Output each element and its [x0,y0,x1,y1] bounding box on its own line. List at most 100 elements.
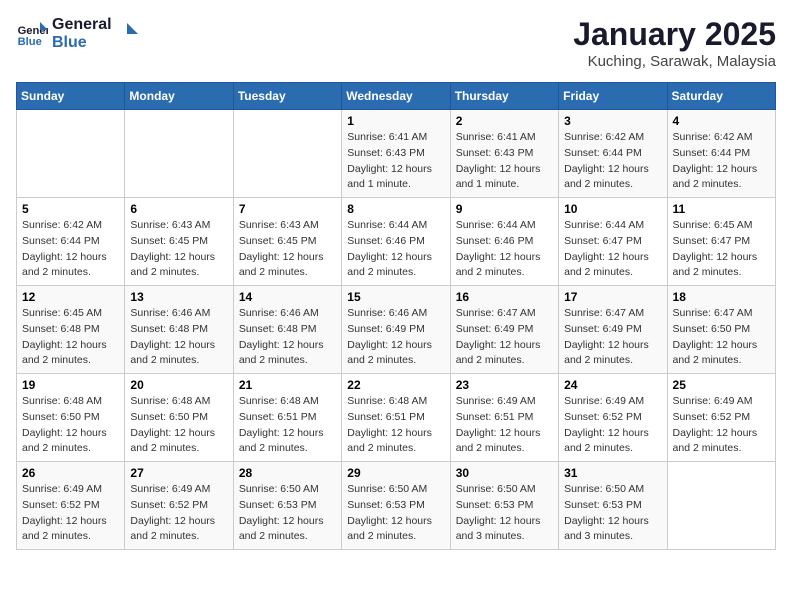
day-number: 19 [22,378,119,392]
day-info: Sunrise: 6:43 AM Sunset: 6:45 PM Dayligh… [239,218,336,281]
calendar-cell: 24Sunrise: 6:49 AM Sunset: 6:52 PM Dayli… [559,374,667,462]
calendar-cell: 18 Sunrise: 6:47 AM Sunset: 6:50 PM Dayli… [667,286,775,374]
svg-text:Blue: Blue [18,36,42,48]
calendar-cell: 23 Sunrise: 6:49 AM Sunset: 6:51 PM Dayli… [450,374,558,462]
calendar-cell: 30 Sunrise: 6:50 AM Sunset: 6:53 PM Dayli… [450,462,558,550]
calendar-cell: 6 Sunrise: 6:43 AM Sunset: 6:45 PM Daylig… [125,198,233,286]
calendar-cell: 27 Sunrise: 6:49 AM Sunset: 6:52 PM Dayli… [125,462,233,550]
weekday-header-saturday: Saturday [667,83,775,110]
day-number: 16 [456,290,553,304]
day-number: 29 [347,466,444,480]
day-number: 26 [22,466,119,480]
calendar-table: SundayMondayTuesdayWednesdayThursdayFrid… [16,82,776,550]
day-info: Sunrise: 6:49 AM Sunset: 6:52 PM Dayligh… [130,482,227,545]
calendar-cell: 7Sunrise: 6:43 AM Sunset: 6:45 PM Daylig… [233,198,341,286]
day-info: Sunrise: 6:49 AM Sunset: 6:51 PM Dayligh… [456,394,553,457]
day-info: Sunrise: 6:47 AM Sunset: 6:49 PM Dayligh… [456,306,553,369]
title-block: January 2025 Kuching, Sarawak, Malaysia [573,16,776,70]
calendar-cell: 10 Sunrise: 6:44 AM Sunset: 6:47 PM Dayli… [559,198,667,286]
calendar-cell: 22 Sunrise: 6:48 AM Sunset: 6:51 PM Dayli… [342,374,450,462]
weekday-header-sunday: Sunday [17,83,125,110]
day-number: 31 [564,466,661,480]
day-info: Sunrise: 6:42 AM Sunset: 6:44 PM Dayligh… [564,130,661,193]
day-info: Sunrise: 6:42 AM Sunset: 6:44 PM Dayligh… [22,218,119,281]
logo-flag-icon [116,23,138,45]
calendar-cell: 25 Sunrise: 6:49 AM Sunset: 6:52 PM Dayli… [667,374,775,462]
day-info: Sunrise: 6:42 AM Sunset: 6:44 PM Dayligh… [673,130,770,193]
calendar-cell: 28 Sunrise: 6:50 AM Sunset: 6:53 PM Dayli… [233,462,341,550]
calendar-cell: 19Sunrise: 6:48 AM Sunset: 6:50 PM Dayli… [17,374,125,462]
day-info: Sunrise: 6:48 AM Sunset: 6:50 PM Dayligh… [130,394,227,457]
day-number: 20 [130,378,227,392]
day-info: Sunrise: 6:45 AM Sunset: 6:47 PM Dayligh… [673,218,770,281]
day-number: 24 [564,378,661,392]
page-header: General Blue General Blue January 2025 K… [16,16,776,70]
calendar-cell: 1Sunrise: 6:41 AM Sunset: 6:43 PM Daylig… [342,110,450,198]
day-number: 30 [456,466,553,480]
calendar-cell [667,462,775,550]
calendar-cell [233,110,341,198]
weekday-header-thursday: Thursday [450,83,558,110]
calendar-cell: 31Sunrise: 6:50 AM Sunset: 6:53 PM Dayli… [559,462,667,550]
week-row-2: 12 Sunrise: 6:45 AM Sunset: 6:48 PM Dayli… [17,286,776,374]
calendar-cell: 14Sunrise: 6:46 AM Sunset: 6:48 PM Dayli… [233,286,341,374]
day-number: 2 [456,114,553,128]
logo: General Blue General Blue [16,16,138,51]
day-info: Sunrise: 6:45 AM Sunset: 6:48 PM Dayligh… [22,306,119,369]
day-number: 14 [239,290,336,304]
day-info: Sunrise: 6:50 AM Sunset: 6:53 PM Dayligh… [239,482,336,545]
day-info: Sunrise: 6:47 AM Sunset: 6:49 PM Dayligh… [564,306,661,369]
day-number: 21 [239,378,336,392]
day-number: 28 [239,466,336,480]
day-number: 22 [347,378,444,392]
day-info: Sunrise: 6:50 AM Sunset: 6:53 PM Dayligh… [347,482,444,545]
day-number: 10 [564,202,661,216]
day-number: 15 [347,290,444,304]
day-info: Sunrise: 6:43 AM Sunset: 6:45 PM Dayligh… [130,218,227,281]
weekday-header-monday: Monday [125,83,233,110]
logo-general: General [52,16,112,34]
calendar-cell: 11Sunrise: 6:45 AM Sunset: 6:47 PM Dayli… [667,198,775,286]
day-number: 5 [22,202,119,216]
day-number: 13 [130,290,227,304]
day-number: 12 [22,290,119,304]
calendar-cell: 13 Sunrise: 6:46 AM Sunset: 6:48 PM Dayli… [125,286,233,374]
day-info: Sunrise: 6:46 AM Sunset: 6:48 PM Dayligh… [130,306,227,369]
day-info: Sunrise: 6:48 AM Sunset: 6:51 PM Dayligh… [239,394,336,457]
week-row-4: 26 Sunrise: 6:49 AM Sunset: 6:52 PM Dayli… [17,462,776,550]
calendar-cell [125,110,233,198]
calendar-cell: 26 Sunrise: 6:49 AM Sunset: 6:52 PM Dayli… [17,462,125,550]
calendar-cell: 4 Sunrise: 6:42 AM Sunset: 6:44 PM Daylig… [667,110,775,198]
day-number: 4 [673,114,770,128]
day-number: 8 [347,202,444,216]
weekday-header-row: SundayMondayTuesdayWednesdayThursdayFrid… [17,83,776,110]
calendar-cell: 2 Sunrise: 6:41 AM Sunset: 6:43 PM Daylig… [450,110,558,198]
day-info: Sunrise: 6:49 AM Sunset: 6:52 PM Dayligh… [22,482,119,545]
calendar-cell: 17 Sunrise: 6:47 AM Sunset: 6:49 PM Dayli… [559,286,667,374]
calendar-cell: 8Sunrise: 6:44 AM Sunset: 6:46 PM Daylig… [342,198,450,286]
weekday-header-friday: Friday [559,83,667,110]
day-info: Sunrise: 6:50 AM Sunset: 6:53 PM Dayligh… [456,482,553,545]
week-row-0: 1Sunrise: 6:41 AM Sunset: 6:43 PM Daylig… [17,110,776,198]
week-row-3: 19 Sunrise: 6:48 AM Sunset: 6:50 PM Dayli… [17,374,776,462]
calendar-title: January 2025 [573,16,776,53]
day-number: 27 [130,466,227,480]
calendar-cell: 20 Sunrise: 6:48 AM Sunset: 6:50 PM Dayli… [125,374,233,462]
calendar-subtitle: Kuching, Sarawak, Malaysia [573,53,776,70]
weekday-header-tuesday: Tuesday [233,83,341,110]
day-info: Sunrise: 6:47 AM Sunset: 6:50 PM Dayligh… [673,306,770,369]
day-info: Sunrise: 6:49 AM Sunset: 6:52 PM Dayligh… [673,394,770,457]
calendar-cell: 9Sunrise: 6:44 AM Sunset: 6:46 PM Daylig… [450,198,558,286]
day-number: 23 [456,378,553,392]
weekday-header-wednesday: Wednesday [342,83,450,110]
calendar-cell: 15Sunrise: 6:46 AM Sunset: 6:49 PM Dayli… [342,286,450,374]
week-row-1: 5 Sunrise: 6:42 AM Sunset: 6:44 PM Daylig… [17,198,776,286]
day-number: 18 [673,290,770,304]
day-number: 25 [673,378,770,392]
day-info: Sunrise: 6:48 AM Sunset: 6:51 PM Dayligh… [347,394,444,457]
day-info: Sunrise: 6:44 AM Sunset: 6:47 PM Dayligh… [564,218,661,281]
day-info: Sunrise: 6:41 AM Sunset: 6:43 PM Dayligh… [456,130,553,193]
calendar-cell [17,110,125,198]
day-number: 17 [564,290,661,304]
day-number: 6 [130,202,227,216]
